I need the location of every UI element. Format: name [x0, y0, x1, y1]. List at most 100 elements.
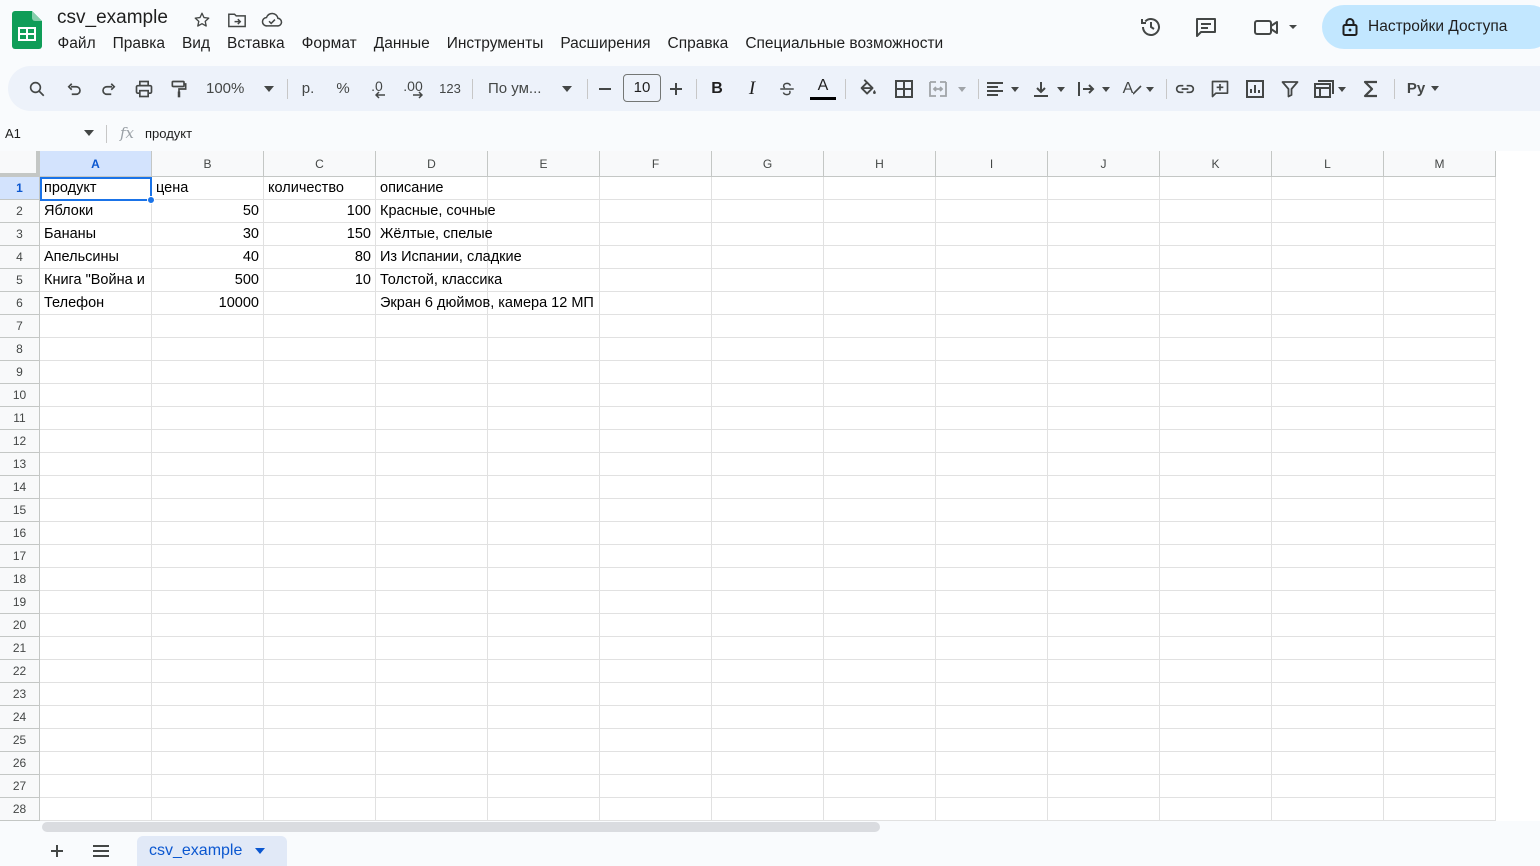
cell-a16[interactable] [40, 522, 152, 545]
cell-g21[interactable] [712, 637, 824, 660]
cell-i17[interactable] [936, 545, 1048, 568]
cell-g27[interactable] [712, 775, 824, 798]
cell-d10[interactable] [376, 384, 488, 407]
row-header-12[interactable]: 12 [0, 430, 40, 453]
cell-a8[interactable] [40, 338, 152, 361]
cell-m21[interactable] [1384, 637, 1496, 660]
cell-i9[interactable] [936, 361, 1048, 384]
insert-chart-icon[interactable] [1242, 66, 1268, 111]
cell-i14[interactable] [936, 476, 1048, 499]
cell-a28[interactable] [40, 798, 152, 821]
cell-e25[interactable] [488, 729, 600, 752]
cell-j17[interactable] [1048, 545, 1160, 568]
menu-view[interactable]: Вид [173, 35, 218, 53]
cell-l20[interactable] [1272, 614, 1384, 637]
cell-f9[interactable] [600, 361, 712, 384]
cell-m28[interactable] [1384, 798, 1496, 821]
cell-h4[interactable] [824, 246, 936, 269]
cell-e22[interactable] [488, 660, 600, 683]
row-header-20[interactable]: 20 [0, 614, 40, 637]
cell-f19[interactable] [600, 591, 712, 614]
chevron-down-icon[interactable] [254, 847, 266, 855]
currency-format-button[interactable]: р. [295, 66, 321, 111]
decrease-decimal-button[interactable]: .0 [364, 66, 392, 111]
row-header-10[interactable]: 10 [0, 384, 40, 407]
functions-icon[interactable] [1358, 66, 1384, 111]
cell-c16[interactable] [264, 522, 376, 545]
cell-d19[interactable] [376, 591, 488, 614]
cell-d17[interactable] [376, 545, 488, 568]
cell-i2[interactable] [936, 200, 1048, 223]
cell-c13[interactable] [264, 453, 376, 476]
cell-m4[interactable] [1384, 246, 1496, 269]
cell-l10[interactable] [1272, 384, 1384, 407]
column-header-h[interactable]: H [824, 151, 936, 177]
cell-a23[interactable] [40, 683, 152, 706]
cell-i7[interactable] [936, 315, 1048, 338]
cell-i18[interactable] [936, 568, 1048, 591]
menu-help[interactable]: Справка [659, 35, 737, 53]
cell-c12[interactable] [264, 430, 376, 453]
cell-l9[interactable] [1272, 361, 1384, 384]
cell-d21[interactable] [376, 637, 488, 660]
cell-f23[interactable] [600, 683, 712, 706]
cell-l16[interactable] [1272, 522, 1384, 545]
cell-c22[interactable] [264, 660, 376, 683]
column-header-a[interactable]: A [40, 151, 152, 177]
cell-j27[interactable] [1048, 775, 1160, 798]
cell-b6[interactable]: 10000 [152, 292, 264, 315]
row-header-15[interactable]: 15 [0, 499, 40, 522]
cell-l14[interactable] [1272, 476, 1384, 499]
cell-m12[interactable] [1384, 430, 1496, 453]
cell-i11[interactable] [936, 407, 1048, 430]
cell-j15[interactable] [1048, 499, 1160, 522]
cell-d16[interactable] [376, 522, 488, 545]
cell-c3[interactable]: 150 [264, 223, 376, 246]
cell-g28[interactable] [712, 798, 824, 821]
cell-b2[interactable]: 50 [152, 200, 264, 223]
cell-c21[interactable] [264, 637, 376, 660]
vertical-align-icon[interactable] [1030, 66, 1068, 111]
sheets-logo-icon[interactable] [12, 11, 42, 49]
cell-d3[interactable]: Жёлтые, спелые [376, 223, 493, 246]
cell-b15[interactable] [152, 499, 264, 522]
cell-h2[interactable] [824, 200, 936, 223]
decrease-font-size-icon[interactable] [594, 66, 616, 111]
cell-f26[interactable] [600, 752, 712, 775]
cell-b9[interactable] [152, 361, 264, 384]
cell-a1[interactable]: продукт [40, 177, 152, 200]
more-formats-button[interactable]: 123 [435, 66, 465, 111]
cell-j10[interactable] [1048, 384, 1160, 407]
cell-m18[interactable] [1384, 568, 1496, 591]
row-header-19[interactable]: 19 [0, 591, 40, 614]
cell-d11[interactable] [376, 407, 488, 430]
cell-a3[interactable]: Бананы [40, 223, 152, 246]
cell-m23[interactable] [1384, 683, 1496, 706]
row-header-5[interactable]: 5 [0, 269, 40, 292]
cell-g23[interactable] [712, 683, 824, 706]
star-icon[interactable] [191, 9, 213, 31]
cell-g1[interactable] [712, 177, 824, 200]
cell-c4[interactable]: 80 [264, 246, 376, 269]
share-button[interactable]: Настройки Доступа [1322, 5, 1540, 49]
cell-a25[interactable] [40, 729, 152, 752]
filter-icon[interactable] [1277, 66, 1303, 111]
cell-f16[interactable] [600, 522, 712, 545]
cell-d5[interactable]: Толстой, классика [376, 269, 502, 292]
cell-m7[interactable] [1384, 315, 1496, 338]
cell-h16[interactable] [824, 522, 936, 545]
cell-h9[interactable] [824, 361, 936, 384]
cell-b12[interactable] [152, 430, 264, 453]
cell-h21[interactable] [824, 637, 936, 660]
cell-i4[interactable] [936, 246, 1048, 269]
cell-k18[interactable] [1160, 568, 1272, 591]
cell-f11[interactable] [600, 407, 712, 430]
cell-l2[interactable] [1272, 200, 1384, 223]
cell-c14[interactable] [264, 476, 376, 499]
cell-f6[interactable] [600, 292, 712, 315]
cell-i24[interactable] [936, 706, 1048, 729]
row-header-13[interactable]: 13 [0, 453, 40, 476]
cell-j5[interactable] [1048, 269, 1160, 292]
cell-l19[interactable] [1272, 591, 1384, 614]
cell-j3[interactable] [1048, 223, 1160, 246]
